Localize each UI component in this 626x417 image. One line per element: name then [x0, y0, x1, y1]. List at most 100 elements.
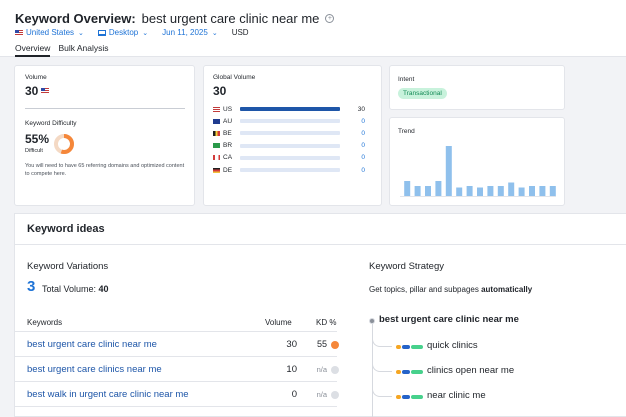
kd-level: Difficult: [25, 148, 43, 154]
strategy-child-keyword[interactable]: clinics open near me: [427, 365, 514, 376]
country-code: CA: [223, 154, 233, 162]
us-flag-icon: [41, 88, 50, 94]
country-volume-value[interactable]: 0: [361, 130, 365, 137]
chevron-down-icon: ⌄: [142, 29, 149, 37]
page-title: Keyword Overview:: [15, 10, 136, 26]
country-volume-row: CA 0: [213, 153, 375, 163]
country-volume-value[interactable]: 0: [361, 154, 365, 161]
filters-bar: United States ⌄ Desktop ⌄ Jun 11, 2025 ⌄…: [15, 28, 249, 37]
keyword-ideas-section: Keyword ideas Keyword Variations 3 Total…: [14, 213, 626, 417]
volume-bar: [240, 168, 340, 172]
trend-bar[interactable]: [529, 186, 535, 196]
volume-label: Volume: [25, 74, 47, 81]
keyword-ideas-title: Keyword ideas: [27, 223, 105, 235]
keyword-link[interactable]: best walk in urgent care clinic near me: [27, 389, 189, 400]
intent-pill-icon: [396, 395, 424, 399]
device-select[interactable]: Desktop ⌄: [97, 28, 149, 37]
volume-bar: [240, 107, 340, 111]
trend-bar[interactable]: [477, 187, 483, 197]
intent-pill-icon: [396, 370, 424, 374]
currency-label: USD: [231, 28, 249, 37]
trend-bar[interactable]: [549, 186, 556, 196]
trend-bar[interactable]: [456, 187, 463, 197]
trend-bar[interactable]: [414, 186, 421, 196]
divider: [15, 244, 626, 245]
total-volume: Total Volume: 40: [42, 284, 109, 294]
title-row: Keyword Overview: best urgent care clini…: [15, 9, 335, 27]
tree-branch: [372, 334, 392, 347]
br-flag-icon: [213, 143, 220, 149]
trend-bar[interactable]: [539, 186, 546, 196]
kd-dot-icon: [331, 341, 339, 349]
keyword-link[interactable]: best urgent care clinics near me: [27, 364, 162, 375]
keyword-volume: 10: [286, 364, 297, 375]
ca-flag-icon: [213, 155, 220, 161]
us-flag-icon: [213, 106, 220, 112]
intent-label: Intent: [398, 76, 415, 83]
country-volume-value[interactable]: 0: [361, 118, 365, 125]
country-volume-row: BR 0: [213, 141, 375, 151]
trend-label: Trend: [398, 128, 415, 135]
strategy-root-keyword[interactable]: best urgent care clinic near me: [379, 314, 519, 325]
intent-card: Intent Transactional: [389, 65, 565, 110]
tree-branch: [372, 359, 392, 372]
keyword-strategy-desc: Get topics, pillar and subpages automati…: [369, 285, 533, 294]
keyword-variations-title: Keyword Variations: [27, 261, 109, 272]
keyword-difficulty: 55: [316, 339, 327, 349]
keyword-difficulty: n/a: [316, 390, 327, 399]
keyword-difficulty: n/a: [316, 365, 327, 374]
chevron-down-icon: ⌄: [78, 29, 84, 37]
trend-bar[interactable]: [487, 186, 494, 196]
trend-bar[interactable]: [404, 181, 411, 196]
country-volume-row: BE 0: [213, 128, 375, 138]
country-volume-value[interactable]: 0: [361, 142, 365, 149]
volume-bar-fill: [240, 107, 340, 111]
divider: [15, 331, 337, 332]
us-flag-icon: [15, 29, 23, 36]
trend-bar[interactable]: [445, 146, 452, 196]
country-select[interactable]: United States ⌄: [15, 28, 84, 37]
volume-value-row: 30: [25, 84, 52, 98]
tab-overview[interactable]: Overview: [15, 43, 51, 57]
volume-bar: [240, 119, 340, 124]
country-volume-value[interactable]: 0: [361, 167, 365, 174]
kd-label: Keyword Difficulty: [25, 120, 77, 127]
global-volume-value: 30: [213, 84, 227, 98]
tab-bulk-analysis[interactable]: Bulk Analysis: [58, 43, 108, 57]
volume-bar: [240, 155, 340, 160]
country-volume-row: AU 0: [213, 116, 375, 126]
strategy-child-keyword[interactable]: near clinic me: [427, 390, 486, 401]
volume-bar: [240, 143, 340, 148]
trend-bar[interactable]: [508, 182, 515, 197]
keyword-volume: 0: [291, 389, 297, 400]
kd-dot-icon: [331, 391, 339, 399]
variations-count[interactable]: 3: [27, 278, 35, 295]
volume-card: Volume 30 Keyword Difficulty 55% Difficu…: [14, 65, 195, 206]
divider: [15, 381, 337, 382]
country-volume-value[interactable]: 30: [358, 106, 365, 113]
trend-bar[interactable]: [518, 187, 525, 197]
add-icon[interactable]: +: [325, 13, 335, 23]
divider: [25, 108, 185, 109]
kd-value: 55%: [25, 132, 50, 146]
kd-note: You will need to have 65 referring domai…: [25, 163, 185, 177]
trend-bar[interactable]: [425, 186, 431, 196]
de-flag-icon: [213, 167, 220, 173]
trend-bar[interactable]: [497, 186, 504, 196]
chevron-down-icon: ⌄: [211, 29, 218, 37]
intent-badge: Transactional: [398, 88, 447, 99]
col-kd: KD %: [316, 318, 337, 327]
trend-card: Trend: [389, 117, 565, 206]
trend-bar[interactable]: [435, 181, 442, 196]
trend-bar[interactable]: [466, 186, 473, 196]
strategy-child-keyword[interactable]: quick clinics: [427, 340, 478, 351]
country-volume-row: DE 0: [213, 165, 375, 175]
page-header: Keyword Overview: best urgent care clini…: [0, 0, 626, 57]
keyword-strategy-title: Keyword Strategy: [369, 261, 444, 272]
country-code: BR: [223, 142, 233, 150]
keyword-link[interactable]: best urgent care clinic near me: [27, 339, 157, 350]
country-code: DE: [223, 166, 233, 174]
kd-donut-chart: [54, 134, 74, 154]
date-select[interactable]: Jun 11, 2025 ⌄: [162, 28, 218, 37]
kd-dot-icon: [331, 366, 339, 374]
